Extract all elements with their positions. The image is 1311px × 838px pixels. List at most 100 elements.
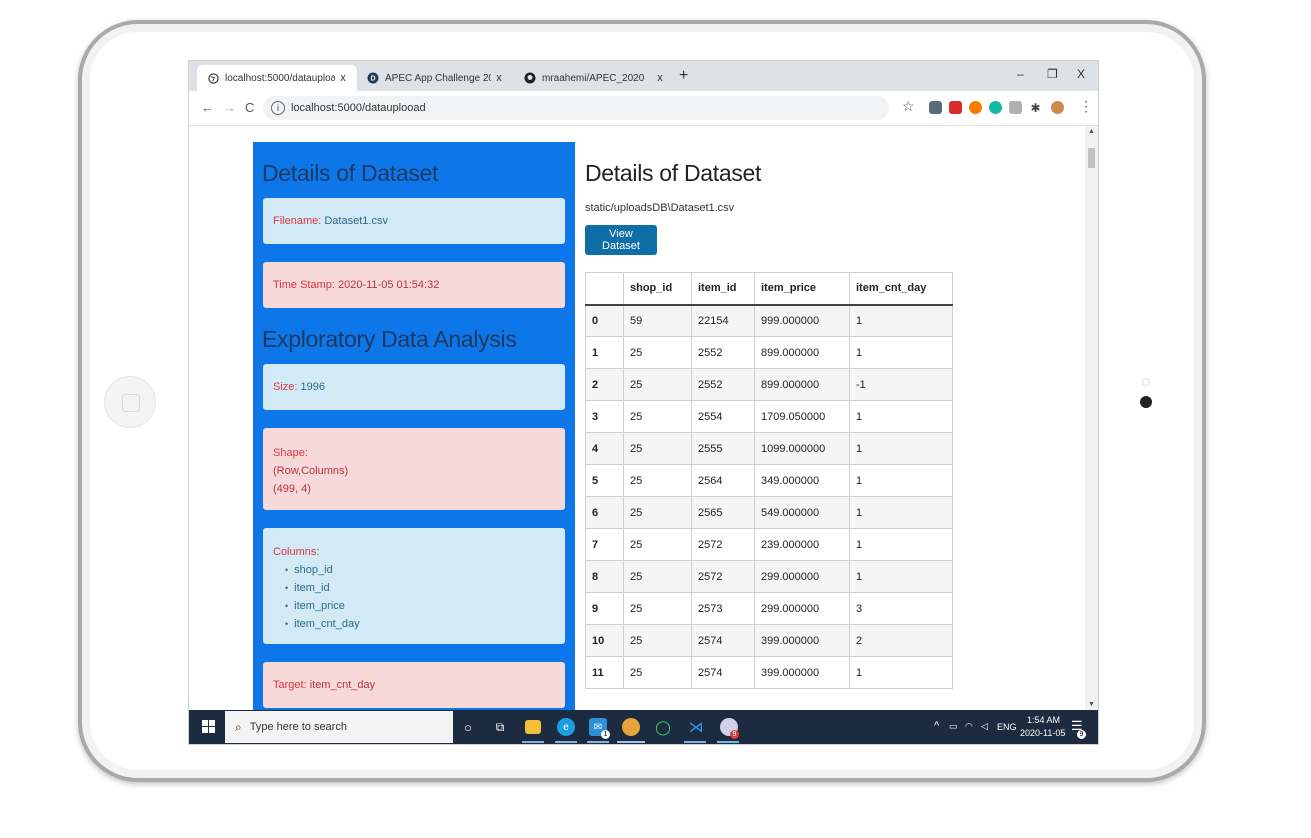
list-item: shop_id [285,561,555,579]
row-index: 4 [585,432,624,465]
row-index: 3 [585,400,624,433]
active-indicator [587,741,609,743]
active-indicator [555,741,577,743]
column-header: item_price [754,272,850,306]
chrome-icon[interactable] [622,718,640,736]
table-cell: 1 [849,304,953,337]
table-row: 2 25 2552 899.000000 -1 [585,368,953,401]
tab-apec-challenge[interactable]: D APEC App Challenge 2020: Supp x [357,65,513,91]
table-cell: 2 [849,624,953,657]
table-row: 0 59 22154 999.000000 1 [585,304,953,337]
profile-avatar[interactable] [1051,101,1064,114]
extension-icon[interactable] [949,101,962,114]
column-header: item_cnt_day [849,272,953,306]
table-cell: 2552 [691,336,755,369]
table-cell: 399.000000 [754,624,850,657]
clock-time[interactable]: 1:54 AM [1027,715,1060,725]
bookmark-star-icon[interactable]: ☆ [902,98,915,115]
new-tab-button[interactable]: + [679,67,688,85]
close-window-button[interactable]: X [1077,67,1085,81]
show-hidden-icons-icon[interactable]: ^ [934,720,939,732]
grammarly-icon[interactable] [989,101,1002,114]
table-cell: 1 [849,528,953,561]
language-indicator[interactable]: ENG [997,722,1017,732]
vscode-icon[interactable]: ⋊ [687,718,705,736]
table-cell: 399.000000 [754,656,850,689]
app-badge: 9 [730,730,739,739]
task-view-icon[interactable]: ⧉ [491,718,509,736]
table-cell: 899.000000 [754,368,850,401]
list-item: item_id [285,579,555,597]
taskbar-search-input[interactable]: ⌕ Type here to search [225,711,453,743]
active-indicator [717,741,739,743]
scroll-down-icon[interactable]: ▼ [1088,701,1095,708]
info-icon[interactable]: i [271,101,285,115]
clock-date[interactable]: 2020-11-05 [1020,728,1065,738]
table-cell: 25 [623,336,692,369]
restore-button[interactable]: ❐ [1047,67,1058,81]
timestamp-value: 2020-11-05 01:54:32 [338,279,440,291]
table-row: 8 25 2572 299.000000 1 [585,560,953,593]
wifi-icon[interactable]: ◠ [965,721,973,732]
extension-icon[interactable] [969,101,982,114]
cortana-icon[interactable]: ○ [459,718,477,736]
table-cell: 2564 [691,464,755,497]
table-cell: 1 [849,464,953,497]
page-content: Details of Dataset Filename: Dataset1.cs… [189,126,1098,710]
file-explorer-icon[interactable] [525,720,541,734]
tab-title: APEC App Challenge 2020: Supp [385,72,491,84]
table-cell: 1 [849,336,953,369]
extension-icon[interactable] [929,101,942,114]
scroll-thumb[interactable] [1088,148,1095,168]
taskbar: ⌕ Type here to search ○ ⧉ e ✉ 1 ◯ ⋊ 9 ^ … [189,710,1098,744]
table-row: 10 25 2574 399.000000 2 [585,624,953,657]
row-index: 9 [585,592,624,625]
left-panel: Details of Dataset Filename: Dataset1.cs… [253,142,575,710]
table-cell: 2565 [691,496,755,529]
table-cell: 25 [623,464,692,497]
table-cell: 2552 [691,368,755,401]
minimize-button[interactable]: – [1017,67,1024,81]
edge-icon[interactable]: e [557,718,575,736]
table-row: 9 25 2573 299.000000 3 [585,592,953,625]
tab-title: localhost:5000/dataupload [225,72,335,84]
browser-menu-button[interactable]: ⋮ [1079,98,1093,115]
devpost-icon: D [367,72,379,84]
url-field[interactable]: i localhost:5000/datauplooad [263,96,889,120]
tab-close-icon[interactable]: x [491,72,507,84]
row-index: 11 [585,656,624,689]
tab-dataupload[interactable]: localhost:5000/dataupload x [197,65,357,91]
puzzle-extensions-icon[interactable]: ✱ [1029,101,1042,115]
tab-close-icon[interactable]: x [652,72,668,84]
size-card: Size: 1996 [263,364,565,410]
page-scrollbar[interactable]: ▲ ▼ [1085,126,1098,710]
forward-button[interactable]: → [223,100,236,115]
tab-close-icon[interactable]: x [335,72,351,84]
view-dataset-button[interactable]: View Dataset [585,225,657,255]
list-item: item_cnt_day [285,615,555,633]
row-index: 1 [585,336,624,369]
scroll-up-icon[interactable]: ▲ [1088,128,1095,135]
column-header [585,272,624,306]
extension-icon[interactable] [1009,101,1022,114]
volume-icon[interactable]: ◁ [981,721,988,732]
battery-icon[interactable]: ▭ [949,721,958,732]
app-ring-icon[interactable]: ◯ [654,718,672,736]
column-header: item_id [691,272,755,306]
home-button[interactable] [104,376,156,428]
table-cell: 1 [849,560,953,593]
tab-title: mraahemi/APEC_2020 [542,72,645,84]
table-cell: 299.000000 [754,592,850,625]
table-cell: 25 [623,400,692,433]
back-button[interactable]: ← [201,100,214,115]
filename-label: Filename: [273,215,325,227]
reload-button[interactable]: C [245,100,254,115]
table-header-row: shop_id item_id item_price item_cnt_day [585,272,953,306]
tab-github[interactable]: mraahemi/APEC_2020 x [514,65,674,91]
table-cell: 25 [623,528,692,561]
column-header: shop_id [623,272,692,306]
row-index: 6 [585,496,624,529]
windows-start-icon[interactable] [202,720,216,734]
tab-bar: localhost:5000/dataupload x D APEC App C… [189,61,1098,91]
notification-badge: 9 [1077,730,1086,739]
